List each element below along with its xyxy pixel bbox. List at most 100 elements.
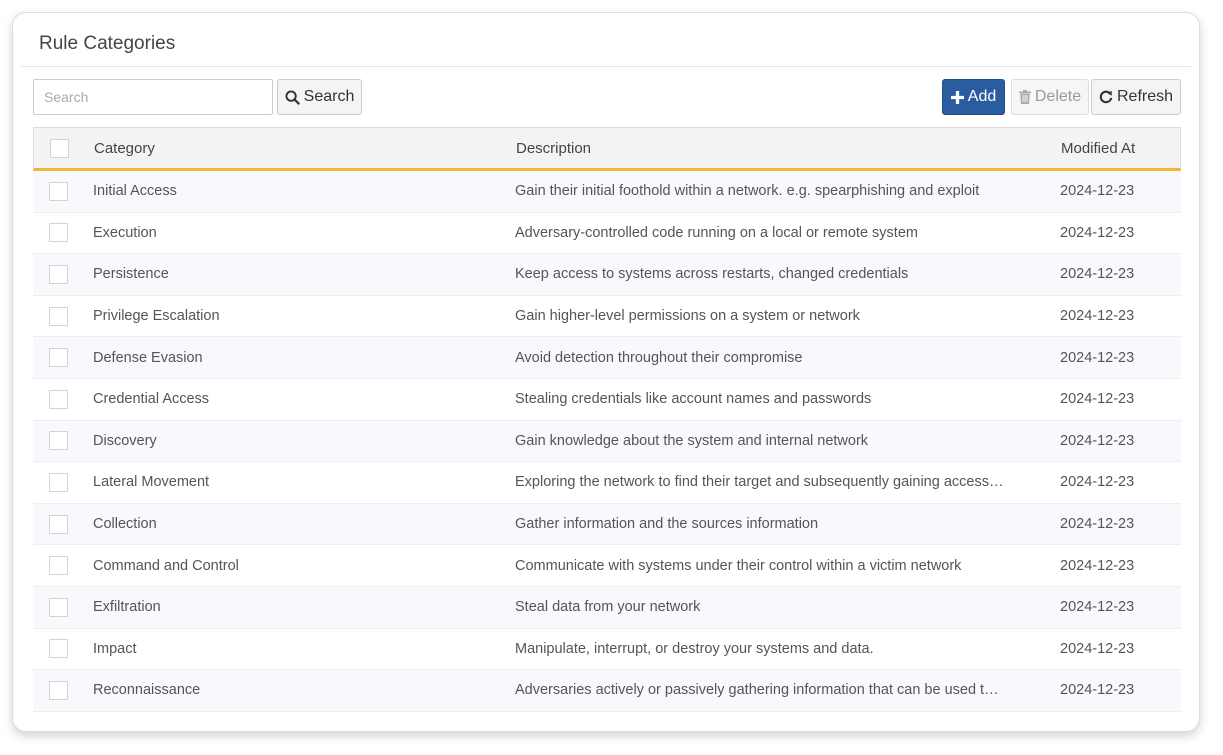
table-row[interactable]: Initial Access Gain their initial footho… bbox=[33, 171, 1181, 213]
row-select-cell bbox=[49, 254, 69, 295]
row-description-cell: Manipulate, interrupt, or destroy your s… bbox=[515, 629, 1005, 670]
column-header-description[interactable]: Description bbox=[516, 128, 1006, 168]
row-description: Adversaries actively or passively gather… bbox=[515, 682, 1005, 699]
row-select-cell bbox=[49, 296, 69, 337]
row-select-cell bbox=[49, 545, 69, 586]
row-checkbox[interactable] bbox=[49, 639, 68, 659]
search-icon bbox=[285, 89, 300, 105]
refresh-button-label: Refresh bbox=[1116, 88, 1174, 105]
row-checkbox[interactable] bbox=[49, 597, 68, 617]
row-description: Communicate with systems under their con… bbox=[515, 557, 962, 574]
table-row[interactable]: Command and Control Communicate with sys… bbox=[33, 545, 1181, 587]
table-row[interactable]: Reconnaissance Adversaries actively or p… bbox=[33, 670, 1181, 712]
table-row[interactable]: Collection Gather information and the so… bbox=[33, 503, 1181, 546]
row-description-cell: Gain their initial foothold within a net… bbox=[515, 171, 1005, 212]
table-row[interactable]: Exfiltration Steal data from your networ… bbox=[33, 586, 1181, 629]
table-row[interactable]: Privilege Escalation Gain higher-level p… bbox=[33, 295, 1181, 338]
row-description-cell: Communicate with systems under their con… bbox=[515, 545, 1005, 586]
table-row[interactable]: Credential Access Stealing credentials l… bbox=[33, 378, 1181, 421]
row-checkbox[interactable] bbox=[49, 431, 68, 451]
row-select-cell bbox=[49, 504, 69, 545]
row-modified: 2024-12-23 bbox=[1060, 266, 1135, 283]
row-description-cell: Gain higher-level permissions on a syste… bbox=[515, 296, 1005, 337]
row-description: Stealing credentials like account names … bbox=[515, 391, 872, 408]
table-row[interactable]: Persistence Keep access to systems acros… bbox=[33, 254, 1181, 296]
row-select-cell bbox=[49, 171, 69, 212]
search-input[interactable] bbox=[33, 79, 273, 115]
row-modified: 2024-12-23 bbox=[1060, 308, 1135, 325]
row-category: Execution bbox=[93, 224, 157, 241]
row-category: Command and Control bbox=[93, 557, 239, 574]
row-description-cell: Adversaries actively or passively gather… bbox=[515, 670, 1005, 711]
row-modified: 2024-12-23 bbox=[1060, 183, 1135, 200]
row-category: Reconnaissance bbox=[93, 682, 201, 699]
select-all-checkbox[interactable] bbox=[50, 138, 69, 158]
refresh-icon bbox=[1099, 90, 1113, 104]
row-select-cell bbox=[49, 629, 69, 670]
row-checkbox[interactable] bbox=[49, 348, 68, 368]
row-checkbox[interactable] bbox=[49, 472, 68, 492]
row-select-cell bbox=[49, 462, 69, 503]
row-description: Gain higher-level permissions on a syste… bbox=[515, 308, 860, 325]
row-category: Collection bbox=[93, 516, 157, 533]
table-body: Initial Access Gain their initial footho… bbox=[33, 171, 1181, 712]
row-modified: 2024-12-23 bbox=[1060, 391, 1135, 408]
row-description: Gain their initial foothold within a net… bbox=[515, 183, 980, 200]
row-description-cell: Avoid detection throughout their comprom… bbox=[515, 337, 1005, 378]
row-category: Credential Access bbox=[93, 391, 210, 408]
row-description-cell: Exploring the network to find their targ… bbox=[515, 462, 1005, 503]
row-description-cell: Gather information and the sources infor… bbox=[515, 504, 1005, 545]
row-description-cell: Adversary-controlled code running on a l… bbox=[515, 213, 1005, 254]
row-modified: 2024-12-23 bbox=[1060, 474, 1135, 491]
row-description-cell: Gain knowledge about the system and inte… bbox=[515, 421, 1005, 462]
row-modified: 2024-12-23 bbox=[1060, 432, 1135, 449]
row-select-cell bbox=[49, 337, 69, 378]
row-modified: 2024-12-23 bbox=[1060, 224, 1135, 241]
table-row[interactable]: Impact Manipulate, interrupt, or destroy… bbox=[33, 628, 1181, 671]
search-button-label: Search bbox=[303, 88, 355, 105]
row-checkbox[interactable] bbox=[49, 514, 68, 534]
row-description-cell: Steal data from your network bbox=[515, 587, 1005, 628]
row-category: Persistence bbox=[93, 266, 169, 283]
table-row[interactable]: Discovery Gain knowledge about the syste… bbox=[33, 420, 1181, 463]
table-row[interactable]: Defense Evasion Avoid detection througho… bbox=[33, 337, 1181, 379]
row-category: Exfiltration bbox=[93, 599, 161, 616]
row-category: Defense Evasion bbox=[93, 349, 203, 366]
plus-icon bbox=[950, 90, 964, 104]
row-modified: 2024-12-23 bbox=[1060, 557, 1135, 574]
toolbar: Search Add Delete Refresh bbox=[33, 79, 1181, 115]
refresh-button[interactable]: Refresh bbox=[1091, 79, 1181, 115]
row-checkbox[interactable] bbox=[49, 680, 68, 700]
row-select-cell bbox=[49, 421, 69, 462]
panel-body: Rule Categories Search Add Delete bbox=[21, 19, 1191, 723]
row-category: Lateral Movement bbox=[93, 474, 210, 491]
row-checkbox[interactable] bbox=[49, 264, 68, 284]
row-select-cell bbox=[49, 213, 69, 254]
row-checkbox[interactable] bbox=[49, 556, 68, 576]
row-modified: 2024-12-23 bbox=[1060, 349, 1135, 366]
delete-button[interactable]: Delete bbox=[1011, 79, 1089, 115]
row-description: Adversary-controlled code running on a l… bbox=[515, 224, 918, 241]
row-checkbox[interactable] bbox=[49, 306, 68, 326]
column-header-category[interactable]: Category bbox=[94, 128, 494, 168]
row-select-cell bbox=[49, 670, 69, 711]
page-title: Rule Categories bbox=[39, 33, 176, 54]
row-category: Privilege Escalation bbox=[93, 308, 220, 325]
select-all-cell bbox=[50, 128, 70, 168]
row-category: Initial Access bbox=[93, 183, 177, 200]
row-description: Avoid detection throughout their comprom… bbox=[515, 349, 803, 366]
row-checkbox[interactable] bbox=[49, 389, 68, 409]
column-header-modified[interactable]: Modified At bbox=[1061, 128, 1181, 168]
table-row[interactable]: Lateral Movement Exploring the network t… bbox=[33, 462, 1181, 504]
rule-categories-panel: Rule Categories Search Add Delete bbox=[12, 12, 1200, 732]
row-checkbox[interactable] bbox=[49, 223, 68, 243]
add-button[interactable]: Add bbox=[942, 79, 1005, 115]
row-checkbox[interactable] bbox=[49, 181, 68, 201]
row-description: Keep access to systems across restarts, … bbox=[515, 266, 909, 283]
table-header: Category Description Modified At bbox=[33, 127, 1181, 171]
row-select-cell bbox=[49, 379, 69, 420]
search-button[interactable]: Search bbox=[277, 79, 362, 115]
categories-table: Category Description Modified At Initial… bbox=[33, 127, 1181, 712]
table-row[interactable]: Execution Adversary-controlled code runn… bbox=[33, 212, 1181, 255]
trash-icon bbox=[1018, 90, 1031, 104]
